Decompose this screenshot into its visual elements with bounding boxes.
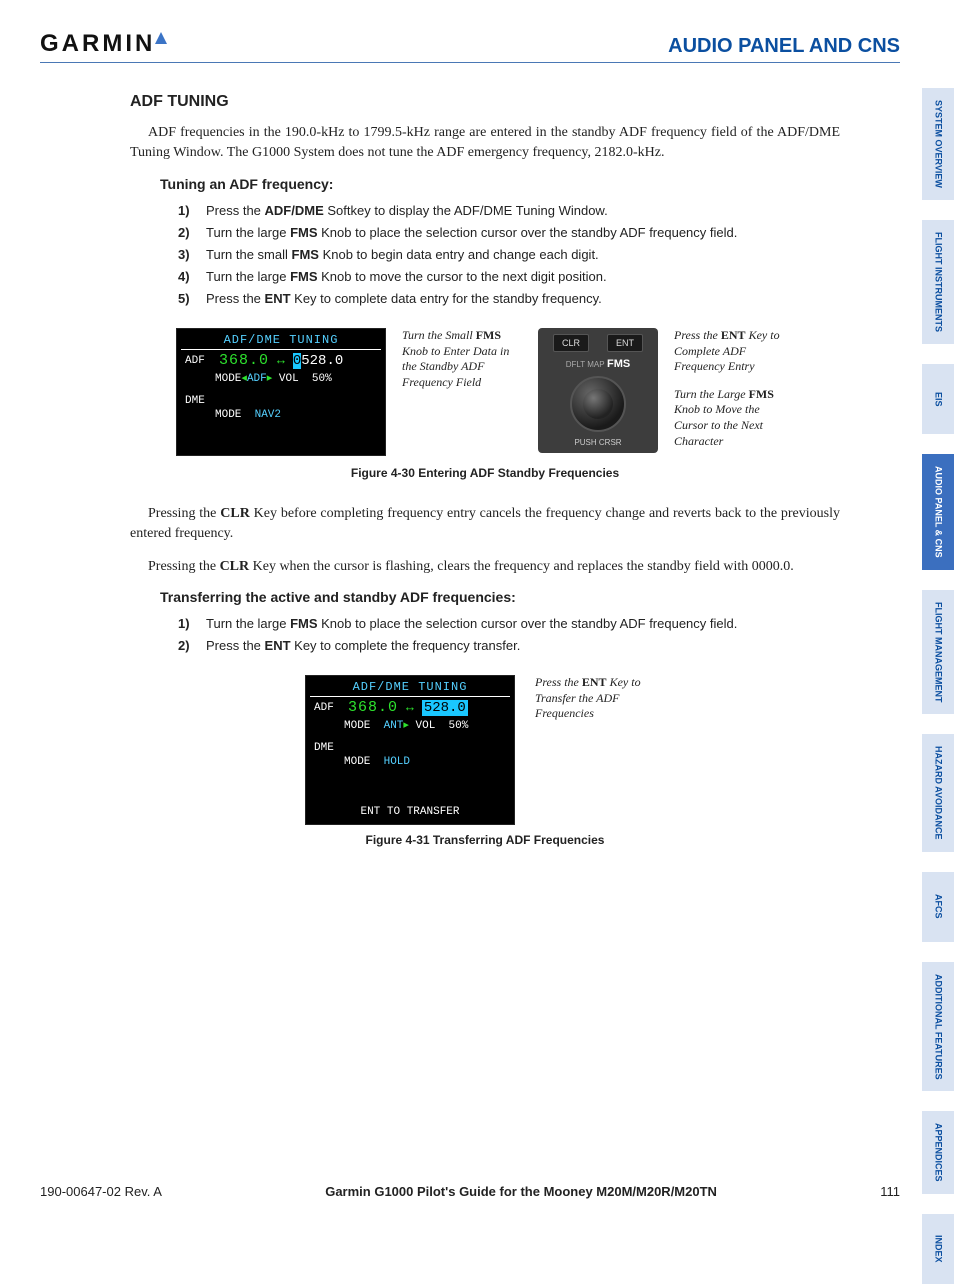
- figure-4-30-caption: Figure 4-30 Entering ADF Standby Frequen…: [130, 466, 840, 480]
- ent-to-transfer: ENT TO TRANSFER: [310, 802, 510, 820]
- adf-active-freq-2: 368.0: [348, 699, 398, 716]
- step-number: 4): [178, 266, 196, 288]
- dme-label: DME: [185, 395, 211, 407]
- step-text: Turn the small FMS Knob to begin data en…: [206, 244, 599, 266]
- section-heading: ADF Tuning: [130, 93, 840, 111]
- figure-4-31-caption: Figure 4-31 Transferring ADF Frequencies: [130, 833, 840, 847]
- page-footer: 190-00647-02 Rev. A Garmin G1000 Pilot's…: [40, 1184, 900, 1199]
- annotation-small-fms: Turn the Small FMS Knob to Enter Data in…: [402, 328, 522, 390]
- transfer-steps: 1) Turn the large FMS Knob to place the s…: [178, 613, 840, 657]
- side-tabs: SYSTEM OVERVIEW FLIGHT INSTRUMENTS EIS AUDI…: [922, 88, 954, 1284]
- step-text: Press the ENT Key to complete data entry…: [206, 288, 602, 310]
- adf-standby-freq: 0528.0: [293, 353, 343, 369]
- step-text: Turn the large FMS Knob to place the sel…: [206, 222, 737, 244]
- page-header: GARMIN AUDIO PANEL AND CNS: [40, 30, 900, 63]
- content-area: ADF Tuning ADF frequencies in the 190.0-…: [40, 93, 900, 847]
- tuning-steps: 1) Press the ADF/DME Softkey to display t…: [178, 200, 840, 310]
- adf-mode-line: MODE◂ADF▸ VOL 50%: [181, 371, 381, 385]
- procedure-step: 2) Press the ENT Key to complete the freq…: [178, 635, 840, 657]
- footer-docnum: 190-00647-02 Rev. A: [40, 1184, 162, 1199]
- side-tab[interactable]: APPENDICES: [922, 1111, 954, 1194]
- adf-standby-freq-2: 528.0: [422, 700, 468, 716]
- ent-key: ENT: [607, 334, 643, 352]
- footer-page: 111: [880, 1184, 900, 1199]
- clr-key: CLR: [553, 334, 589, 352]
- step-number: 3): [178, 244, 196, 266]
- step-text: Turn the large FMS Knob to move the curs…: [206, 266, 607, 288]
- dme-mode-line: MODE NAV2: [181, 409, 381, 421]
- annotation-ent: Press the ENT Key to Complete ADF Freque…: [674, 328, 794, 375]
- adf-mode-line-2: MODE ANT▸ VOL 50%: [310, 718, 510, 732]
- step-number: 1): [178, 613, 196, 635]
- window-title-2: ADF/DME TUNING: [310, 680, 510, 697]
- garmin-logo: GARMIN: [40, 30, 167, 58]
- procedure-step: 2) Turn the large FMS Knob to place the s…: [178, 222, 840, 244]
- fms-knob-panel: CLR ENT DFLT MAP FMS PUSH CRSR: [538, 328, 658, 453]
- annotation-large-fms: Turn the Large FMS Knob to Move the Curs…: [674, 387, 794, 449]
- side-tab[interactable]: AFCS: [922, 872, 954, 942]
- dme-label-2: DME: [314, 742, 340, 754]
- clr-paragraph-1: Pressing the CLR Key before completing f…: [130, 504, 840, 545]
- step-number: 2): [178, 635, 196, 657]
- swap-arrow-icon-2: ↔: [406, 700, 414, 715]
- step-text: Turn the large FMS Knob to place the sel…: [206, 613, 737, 635]
- figure-4-31: ADF/DME TUNING ADF 368.0 ↔ 528.0 MODE AN…: [130, 675, 840, 825]
- side-tab[interactable]: EIS: [922, 364, 954, 434]
- side-tab[interactable]: FLIGHT INSTRUMENTS: [922, 220, 954, 344]
- tuning-subheading: Tuning an ADF frequency:: [160, 176, 840, 192]
- step-text: Press the ENT Key to complete the freque…: [206, 635, 520, 657]
- push-crsr-label: PUSH CRSR: [544, 438, 652, 447]
- procedure-step: 5) Press the ENT Key to complete data ent…: [178, 288, 840, 310]
- side-tab[interactable]: SYSTEM OVERVIEW: [922, 88, 954, 200]
- dflt-map-label: DFLT MAP: [566, 360, 605, 369]
- procedure-step: 4) Turn the large FMS Knob to move the cu…: [178, 266, 840, 288]
- annotation-transfer: Press the ENT Key to Transfer the ADF Fr…: [535, 675, 665, 722]
- fms-knob-icon: [570, 376, 626, 432]
- adf-dme-window-2: ADF/DME TUNING ADF 368.0 ↔ 528.0 MODE AN…: [305, 675, 515, 825]
- transfer-subheading: Transferring the active and standby ADF …: [160, 589, 840, 605]
- side-tab[interactable]: INDEX: [922, 1214, 954, 1284]
- figure-4-30: ADF/DME TUNING ADF 368.0 ↔ 0528.0 MODE◂A…: [130, 328, 840, 456]
- fms-label: FMS: [607, 358, 630, 370]
- clr-paragraph-2: Pressing the CLR Key when the cursor is …: [130, 557, 840, 577]
- step-number: 1): [178, 200, 196, 222]
- side-tab[interactable]: HAZARD AVOIDANCE: [922, 734, 954, 852]
- logo-text: GARMIN: [40, 30, 155, 58]
- adf-label-2: ADF: [314, 702, 340, 714]
- step-text: Press the ADF/DME Softkey to display the…: [206, 200, 608, 222]
- side-tab[interactable]: FLIGHT MANAGEMENT: [922, 590, 954, 715]
- logo-triangle-icon: [155, 32, 167, 44]
- intro-paragraph: ADF frequencies in the 190.0-kHz to 1799…: [130, 123, 840, 164]
- side-tab[interactable]: AUDIO PANEL & CNS: [922, 454, 954, 570]
- footer-title: Garmin G1000 Pilot's Guide for the Moone…: [325, 1184, 717, 1199]
- procedure-step: 1) Turn the large FMS Knob to place the s…: [178, 613, 840, 635]
- swap-arrow-icon: ↔: [277, 353, 285, 368]
- procedure-step: 3) Turn the small FMS Knob to begin data …: [178, 244, 840, 266]
- procedure-step: 1) Press the ADF/DME Softkey to display t…: [178, 200, 840, 222]
- header-title: AUDIO PANEL AND CNS: [668, 35, 900, 58]
- adf-dme-window: ADF/DME TUNING ADF 368.0 ↔ 0528.0 MODE◂A…: [176, 328, 386, 456]
- side-tab[interactable]: ADDITIONAL FEATURES: [922, 962, 954, 1092]
- step-number: 2): [178, 222, 196, 244]
- window-title: ADF/DME TUNING: [181, 333, 381, 350]
- dme-mode-line-2: MODE HOLD: [310, 756, 510, 768]
- adf-active-freq: 368.0: [219, 352, 269, 369]
- step-number: 5): [178, 288, 196, 310]
- adf-label: ADF: [185, 355, 211, 367]
